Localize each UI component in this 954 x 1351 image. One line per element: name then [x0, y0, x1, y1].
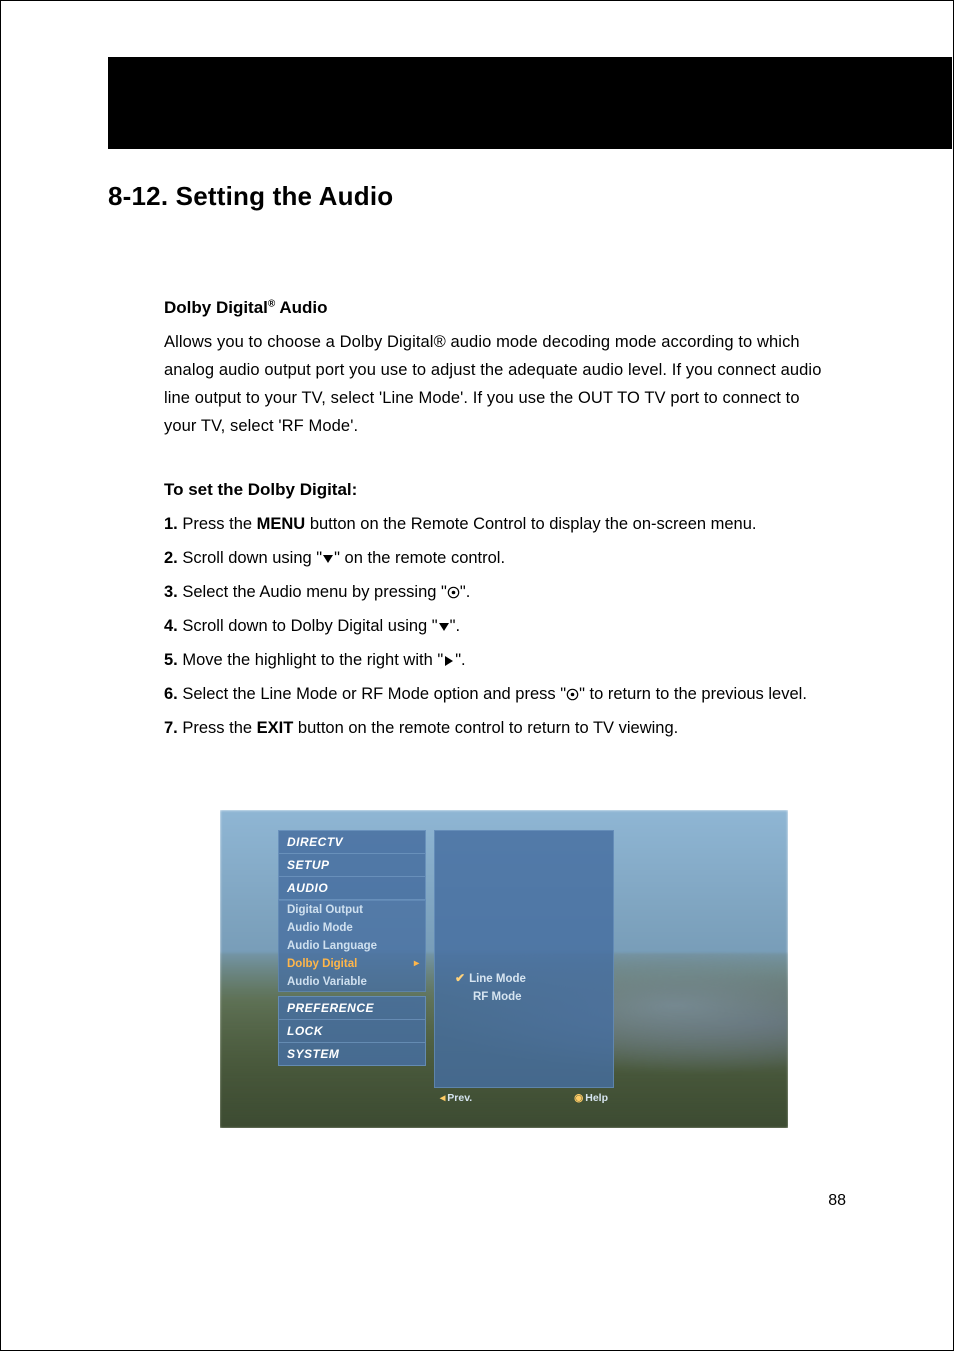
step-number: 4.	[164, 617, 178, 635]
osd-hint-bar: ◂Prev. ◉Help	[434, 1092, 614, 1108]
spacer	[164, 440, 836, 480]
step-text: button on the remote control to return t…	[293, 719, 678, 737]
step-1: 1. Press the MENU button on the Remote C…	[164, 510, 836, 538]
step-text: button on the Remote Control to display …	[305, 515, 756, 533]
right-arrow-icon	[443, 655, 455, 667]
step-text: Scroll down using "	[178, 549, 322, 567]
subheading-dolby-audio: Dolby Digital® Audio	[164, 298, 836, 318]
page-number: 88	[828, 1192, 846, 1210]
step-text: Select the Line Mode or RF Mode option a…	[178, 685, 566, 703]
step-text: Move the highlight to the right with "	[178, 651, 443, 669]
step-text: Select the Audio menu by pressing "	[178, 583, 447, 601]
subhead-text-pre: Dolby Digital	[164, 298, 268, 317]
osd-group-bottom: PREFERENCE LOCK SYSTEM	[278, 996, 426, 1066]
option-label: Line Mode	[469, 973, 526, 985]
step-number: 7.	[164, 719, 178, 737]
step-text: Press the	[178, 515, 257, 533]
step-text: Press the	[178, 719, 257, 737]
help-icon: ◉	[574, 1092, 583, 1104]
step-3: 3. Select the Audio menu by pressing " ".	[164, 578, 836, 606]
step-text: ".	[455, 651, 465, 669]
step-number: 3.	[164, 583, 178, 601]
step-text: ".	[450, 617, 460, 635]
osd-preference: PREFERENCE	[278, 996, 426, 1020]
step-text: Scroll down to Dolby Digital using "	[178, 617, 438, 635]
osd-brand: DIRECTV	[278, 830, 426, 854]
content-area: 8-12. Setting the Audio Dolby Digital® A…	[108, 181, 846, 1128]
step-4: 4. Scroll down to Dolby Digital using " "…	[164, 612, 836, 640]
step-number: 5.	[164, 651, 178, 669]
step-5: 5. Move the highlight to the right with …	[164, 646, 836, 674]
exit-bold: EXIT	[257, 719, 294, 737]
down-arrow-icon	[322, 553, 334, 565]
osd-option-rf-mode: RF Mode	[473, 991, 522, 1003]
step-text: " to return to the previous level.	[579, 685, 807, 703]
prev-icon: ◂	[440, 1092, 445, 1104]
step-6: 6. Select the Line Mode or RF Mode optio…	[164, 680, 836, 708]
subheading-to-set: To set the Dolby Digital:	[164, 480, 836, 500]
check-icon: ✔	[455, 971, 465, 985]
body-paragraph: Allows you to choose a Dolby Digital® au…	[164, 328, 836, 440]
body-section: Dolby Digital® Audio Allows you to choos…	[108, 298, 846, 1128]
step-number: 1.	[164, 515, 178, 533]
header-black-band	[108, 57, 952, 149]
osd-item-dolby-digital: Dolby Digital	[278, 955, 426, 973]
osd-group-top: DIRECTV SETUP AUDIO Digital Output Audio…	[278, 830, 426, 992]
prev-label: Prev.	[447, 1092, 472, 1104]
step-text: " on the remote control.	[334, 549, 505, 567]
osd-system: SYSTEM	[278, 1043, 426, 1066]
step-text: ".	[460, 583, 470, 601]
step-number: 6.	[164, 685, 178, 703]
step-number: 2.	[164, 549, 178, 567]
osd-setup: SETUP	[278, 854, 426, 877]
help-label: Help	[585, 1092, 608, 1104]
osd-item-audio-mode: Audio Mode	[278, 919, 426, 937]
steps-list: 1. Press the MENU button on the Remote C…	[164, 510, 836, 742]
osd-options-panel: ✔ Line Mode RF Mode	[434, 830, 614, 1088]
osd-item-digital-output: Digital Output	[278, 900, 426, 919]
down-arrow-icon	[438, 621, 450, 633]
osd-lock: LOCK	[278, 1020, 426, 1043]
osd-option-line-mode: ✔ Line Mode	[455, 971, 526, 985]
select-dot-icon	[566, 688, 579, 701]
hint-help: ◉Help	[574, 1092, 608, 1108]
step-7: 7. Press the EXIT button on the remote c…	[164, 714, 836, 742]
option-label: RF Mode	[473, 991, 522, 1003]
hint-prev: ◂Prev.	[440, 1092, 472, 1108]
osd-left-panel: DIRECTV SETUP AUDIO Digital Output Audio…	[278, 830, 426, 1070]
page-title: 8-12. Setting the Audio	[108, 181, 846, 212]
osd-audio: AUDIO	[278, 877, 426, 900]
osd-screenshot: DIRECTV SETUP AUDIO Digital Output Audio…	[220, 810, 788, 1128]
step-2: 2. Scroll down using " " on the remote co…	[164, 544, 836, 572]
document-page: 8-12. Setting the Audio Dolby Digital® A…	[0, 0, 954, 1351]
subhead-text-suf: Audio	[275, 298, 327, 317]
select-dot-icon	[447, 586, 460, 599]
osd-item-audio-language: Audio Language	[278, 937, 426, 955]
osd-item-audio-variable: Audio Variable	[278, 973, 426, 992]
menu-bold: MENU	[257, 515, 306, 533]
